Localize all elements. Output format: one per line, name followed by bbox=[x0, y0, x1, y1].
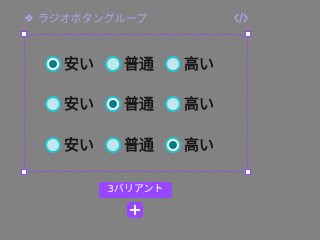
radio-label: 安い bbox=[64, 54, 95, 73]
component-set-header[interactable]: ❖ ラジオボタングループ bbox=[24, 10, 147, 26]
radio-group-variant-1[interactable]: 安い 普通 高い bbox=[45, 54, 214, 74]
radio-button[interactable] bbox=[165, 137, 182, 153]
component-set-icon: ❖ bbox=[24, 11, 34, 25]
radio-label: 高い bbox=[184, 135, 215, 154]
resize-handle-bottom-right[interactable] bbox=[245, 169, 251, 175]
radio-group-variant-2[interactable]: 安い 普通 高い bbox=[45, 94, 214, 114]
add-variant-button[interactable]: + bbox=[127, 202, 143, 218]
radio-group-variant-3[interactable]: 安い 普通 高い bbox=[45, 135, 214, 155]
radio-label: 高い bbox=[184, 94, 215, 113]
radio-button[interactable] bbox=[45, 137, 61, 153]
component-set-title[interactable]: ラジオボタングループ bbox=[38, 13, 147, 24]
radio-label: 安い bbox=[64, 94, 95, 113]
radio-option[interactable]: 普通 bbox=[105, 56, 154, 72]
radio-button[interactable] bbox=[105, 56, 122, 72]
radio-label: 高い bbox=[184, 54, 215, 73]
radio-button[interactable] bbox=[45, 96, 61, 112]
radio-option[interactable]: 安い bbox=[45, 137, 94, 153]
radio-button[interactable] bbox=[165, 56, 182, 72]
radio-label: 普通 bbox=[124, 135, 155, 154]
radio-button[interactable] bbox=[105, 96, 122, 112]
radio-option[interactable]: 安い bbox=[45, 96, 94, 112]
radio-option[interactable]: 高い bbox=[165, 137, 214, 153]
radio-option[interactable]: 普通 bbox=[105, 137, 154, 153]
radio-label: 普通 bbox=[124, 54, 155, 73]
radio-option[interactable]: 高い bbox=[165, 56, 214, 72]
radio-label: 安い bbox=[64, 135, 95, 154]
radio-option[interactable]: 安い bbox=[45, 56, 94, 72]
resize-handle-top-left[interactable] bbox=[21, 31, 27, 37]
radio-label: 普通 bbox=[124, 94, 155, 113]
radio-button[interactable] bbox=[165, 96, 182, 112]
variant-count-badge: 3バリアント bbox=[99, 182, 172, 198]
resize-handle-bottom-left[interactable] bbox=[21, 169, 27, 175]
resize-handle-top-right[interactable] bbox=[245, 31, 251, 37]
code-icon[interactable] bbox=[234, 12, 248, 24]
radio-option[interactable]: 普通 bbox=[105, 96, 154, 112]
radio-option[interactable]: 高い bbox=[165, 96, 214, 112]
component-set-frame[interactable]: 安い 普通 高い 安い 普通 高い 安い 普通 高い bbox=[21, 31, 251, 175]
radio-button[interactable] bbox=[45, 56, 61, 72]
radio-button[interactable] bbox=[105, 137, 122, 153]
